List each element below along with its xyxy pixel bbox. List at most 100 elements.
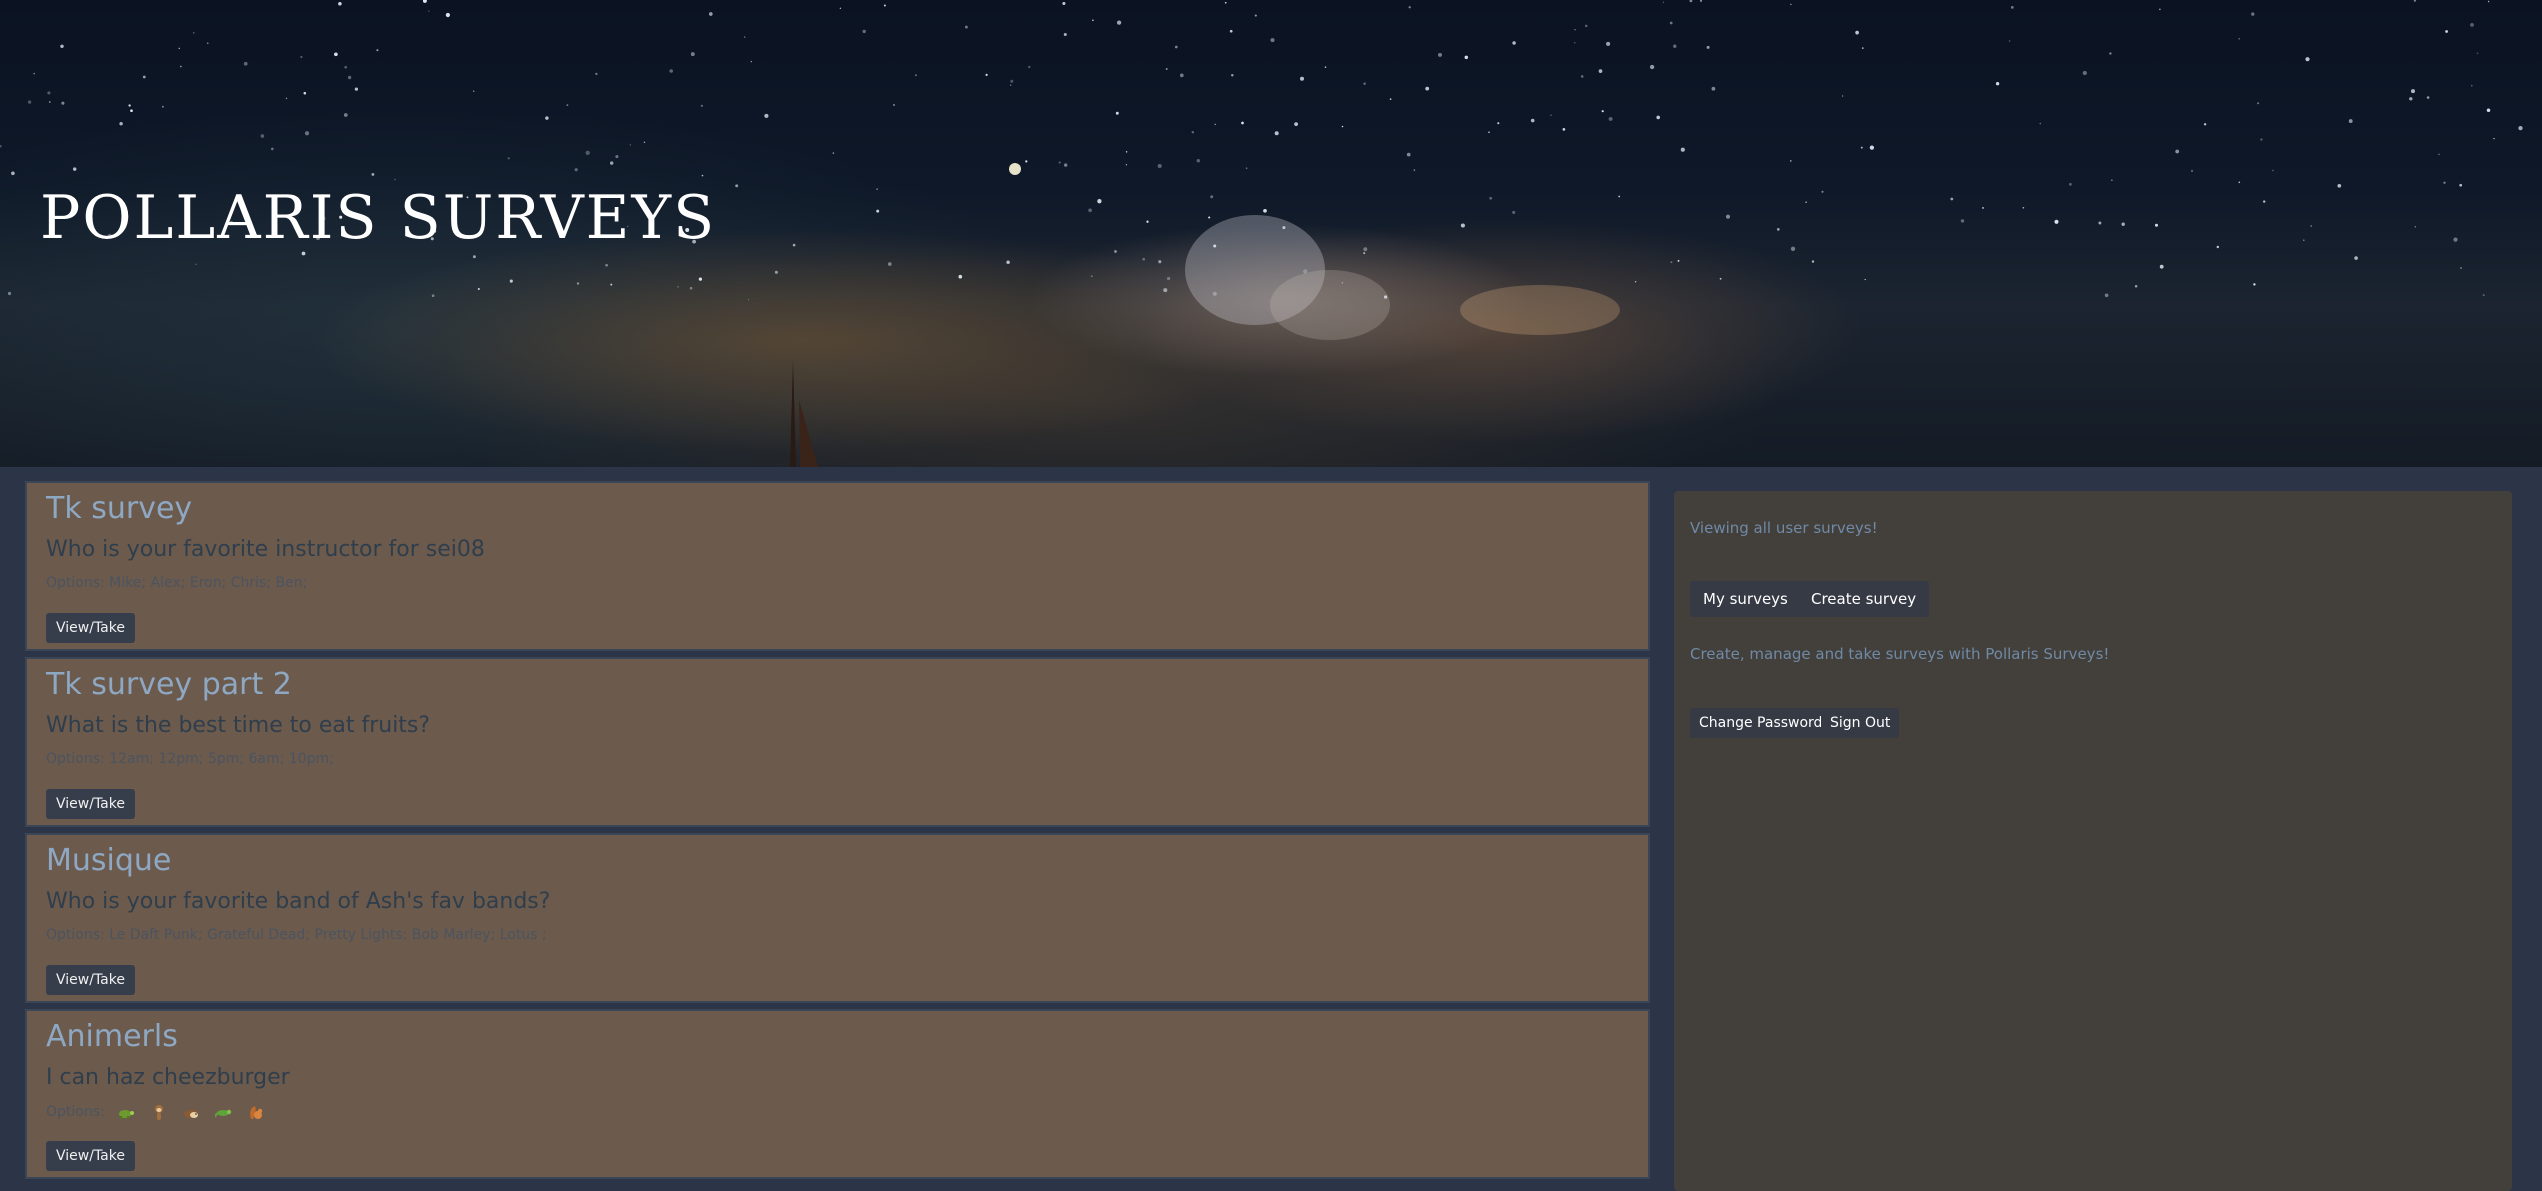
survey-card: Animerls I can haz cheezburger Options: [25, 1009, 1650, 1179]
star-dot [1530, 118, 1535, 123]
site-title: POLLARIS SURVEYS [40, 183, 717, 253]
star-dot [1550, 114, 1552, 117]
star-dot [1580, 75, 1584, 78]
star-dot [1088, 208, 1092, 213]
star-dot [1229, 29, 1233, 33]
star-dot [1165, 68, 1168, 70]
star-dot [764, 113, 769, 118]
star-dot [1210, 195, 1214, 199]
star-dot [1245, 167, 1248, 169]
star-dot [1413, 169, 1416, 171]
change-password-button[interactable]: Change Password [1690, 708, 1832, 738]
star-dot [1790, 246, 1796, 251]
star-dot [1864, 278, 1866, 281]
star-dot [2251, 12, 2255, 16]
star-dot [1438, 52, 1442, 57]
star-dot [1606, 41, 1611, 46]
star-dot [708, 12, 713, 16]
view-take-button[interactable]: View/Take [46, 789, 135, 819]
star-dot [1274, 131, 1279, 136]
star-dot [1861, 47, 1864, 49]
star-dot [1950, 197, 1954, 201]
star-dot [2453, 237, 2458, 242]
my-surveys-button[interactable]: My surveys [1690, 581, 1801, 617]
star-dot [304, 131, 310, 136]
star-dot [473, 90, 475, 92]
survey-options: Options: Mike; Alex; Eron; Chris; Ben; [46, 575, 308, 591]
star-dot [2443, 181, 2446, 184]
star-dot [1166, 276, 1171, 281]
star-dot [1869, 145, 1875, 150]
star-dot [964, 25, 968, 29]
star-dot [1363, 252, 1366, 255]
star-dot [1196, 159, 1200, 163]
star-dot [1408, 6, 1411, 9]
survey-options-row: Options: [46, 1103, 275, 1121]
survey-question: What is the best time to eat fruits? [46, 713, 431, 738]
star-dot [2008, 40, 2011, 42]
star-dot [2438, 153, 2440, 155]
survey-title: Musique [46, 843, 172, 878]
star-dot [60, 44, 64, 49]
star-dot [285, 97, 288, 100]
survey-question: I can haz cheezburger [46, 1065, 290, 1090]
star-dot [1163, 288, 1168, 293]
star-dot [192, 32, 195, 34]
star-dot [300, 55, 303, 59]
star-dot [1294, 122, 1298, 126]
star-dot [509, 279, 513, 283]
star-dot [2054, 219, 2059, 224]
star-dot [1512, 41, 1516, 45]
star-dot [914, 74, 917, 77]
star-dot [1010, 84, 1012, 86]
star-dot [2493, 137, 2495, 140]
star-dot [2104, 293, 2109, 298]
star-dot [2482, 294, 2485, 297]
star-dot [1574, 42, 1576, 44]
star-dot [1158, 260, 1162, 264]
star-dot [1025, 160, 1028, 163]
view-take-button[interactable]: View/Take [46, 965, 135, 995]
star-dot [1425, 86, 1430, 91]
star-dot [2518, 125, 2523, 131]
star-dot [1115, 111, 1119, 115]
star-dot [142, 75, 146, 79]
star-dot [371, 172, 375, 176]
star-dot [2203, 123, 2207, 126]
star-dot [743, 36, 746, 38]
view-take-button[interactable]: View/Take [46, 1141, 135, 1171]
star-dot [1677, 259, 1680, 262]
star-dot [347, 75, 352, 80]
star-dot [7, 291, 12, 296]
star-dot [2410, 89, 2416, 94]
star-dot [1208, 216, 1211, 219]
star-dot [1618, 195, 1621, 198]
star-dot [1488, 131, 1490, 134]
view-take-button[interactable]: View/Take [46, 613, 135, 643]
create-survey-button[interactable]: Create survey [1798, 581, 1930, 617]
star-dot [832, 152, 835, 154]
star-dot [698, 277, 703, 281]
star-dot [1157, 163, 1162, 169]
header-divider [0, 467, 2542, 475]
star-dot [2253, 283, 2256, 286]
star-dot [689, 286, 693, 290]
star-dot [180, 65, 182, 68]
star-dot [1179, 73, 1184, 78]
turtle-icon [119, 1110, 135, 1119]
star-dot [2082, 70, 2087, 76]
hero-banner: POLLARIS SURVEYS [0, 0, 2542, 467]
star-dot [2348, 119, 2353, 124]
star-dot [1142, 257, 1146, 261]
star-dot [1995, 82, 2000, 86]
star-dot [1174, 45, 1178, 49]
star-dot [271, 147, 274, 151]
star-dot [2238, 181, 2241, 184]
sign-out-button[interactable]: Sign Out [1821, 708, 1900, 738]
star-dot [2409, 97, 2413, 101]
star-dot [445, 12, 450, 18]
star-dot [1790, 160, 1792, 162]
star-dot [1860, 146, 1863, 149]
star-dot [1125, 164, 1128, 166]
star-dot [1062, 1, 1066, 6]
